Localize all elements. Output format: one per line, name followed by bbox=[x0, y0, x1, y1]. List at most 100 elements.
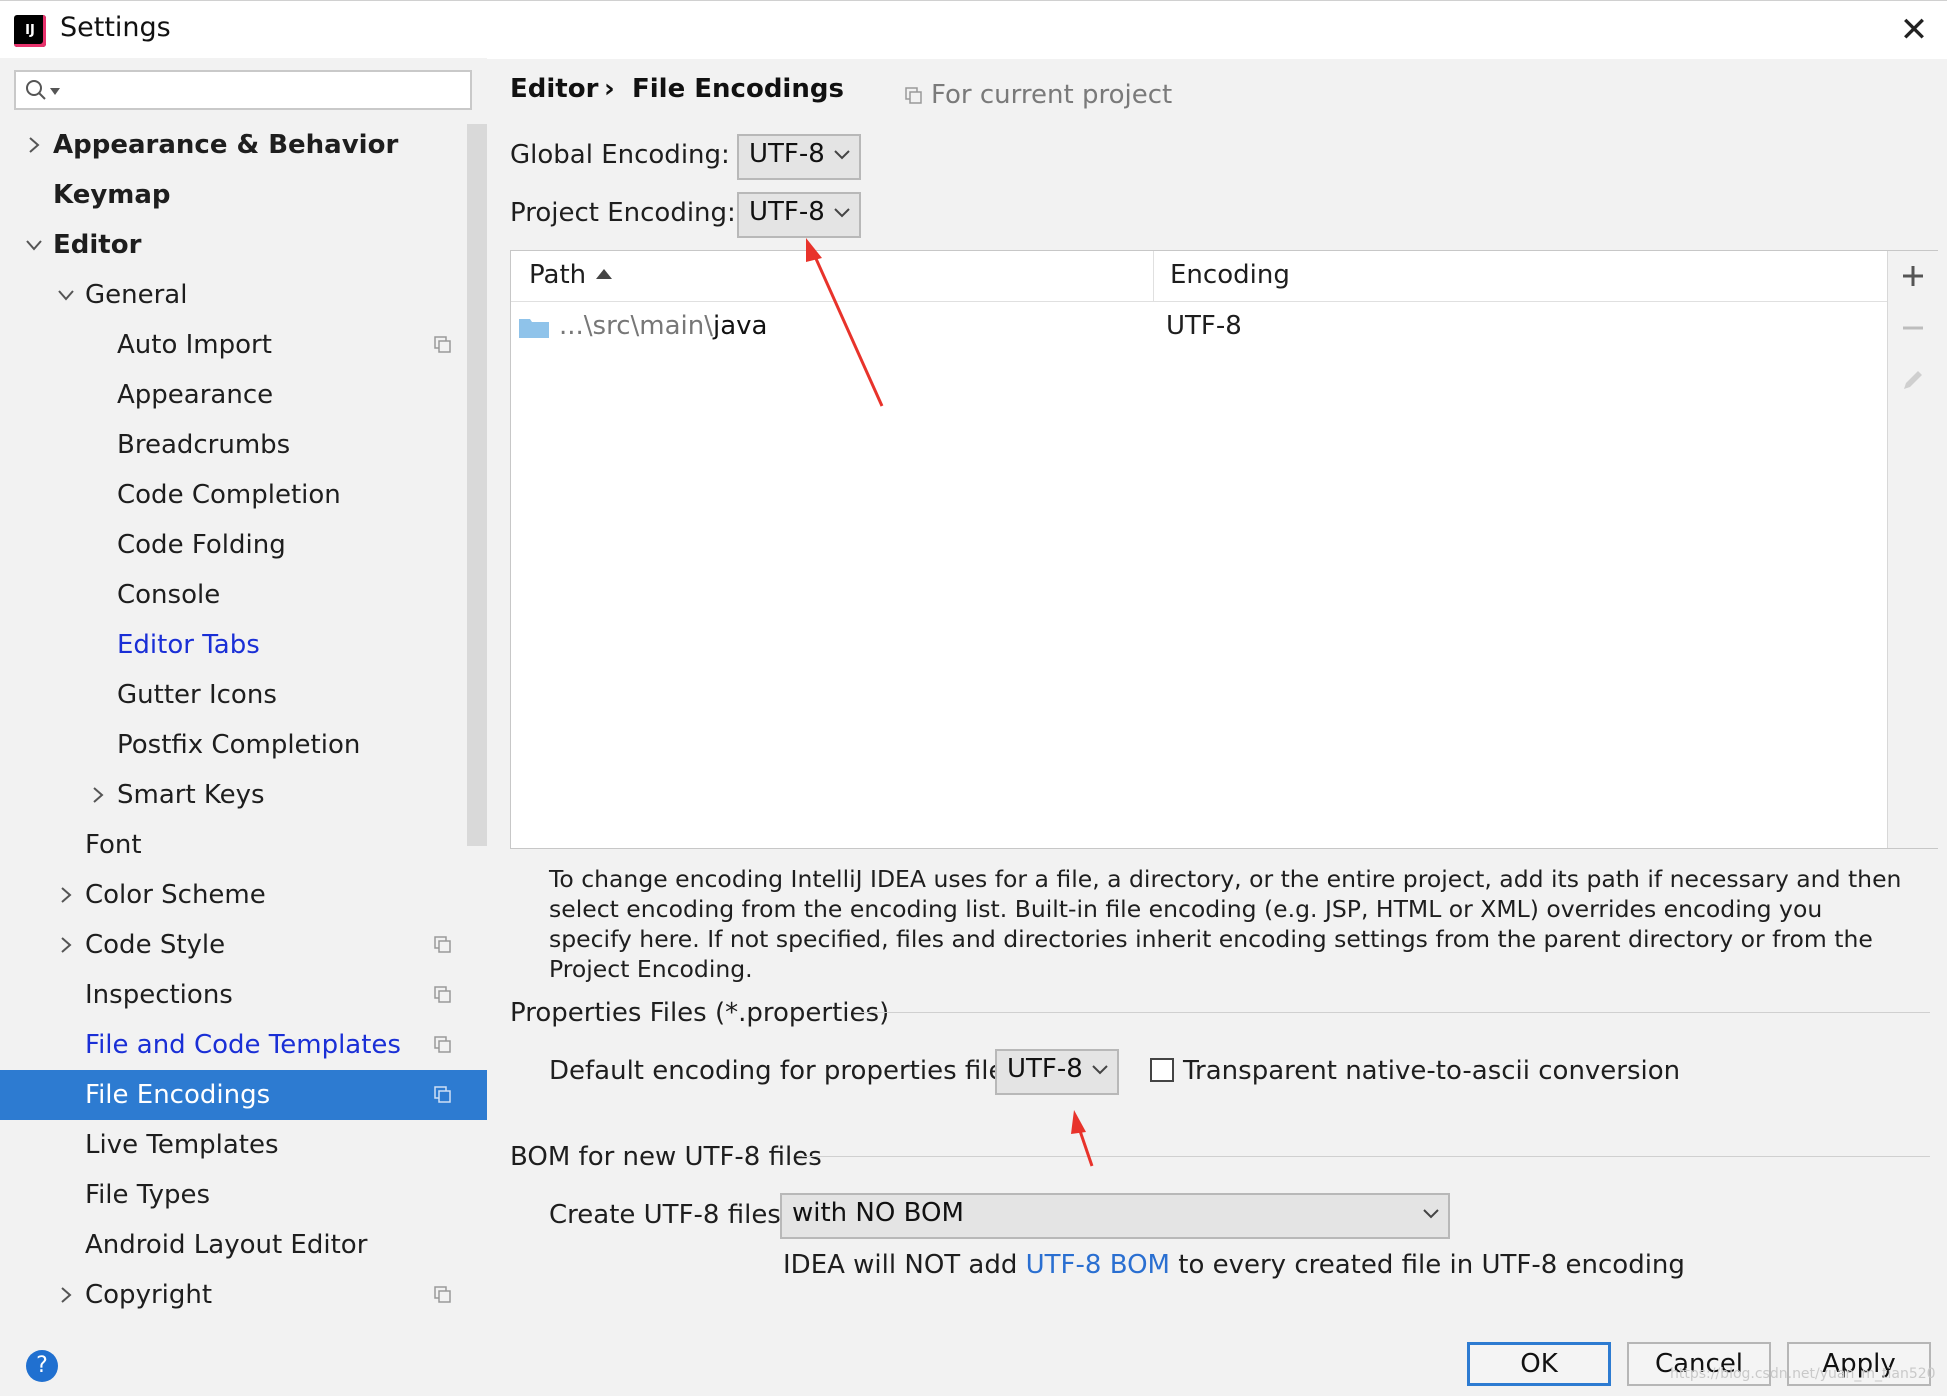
sidebar-item-label: Appearance & Behavior bbox=[53, 130, 399, 160]
sidebar-item-android-layout-editor[interactable]: Android Layout Editor bbox=[0, 1220, 468, 1270]
project-scope-icon bbox=[434, 336, 451, 353]
bom-note-before: IDEA will NOT add bbox=[783, 1250, 1026, 1280]
sidebar-item-label: Appearance bbox=[117, 380, 274, 410]
path-encoding-table: Path Encoding ...\src\main\java UTF-8 bbox=[510, 250, 1938, 849]
sidebar-item-label: Code Style bbox=[85, 930, 226, 960]
project-encoding-select[interactable]: UTF-8 bbox=[737, 192, 861, 238]
project-scope-icon bbox=[434, 1086, 451, 1103]
settings-sidebar: Appearance & Behavior Keymap Editor Gene… bbox=[0, 58, 487, 1324]
project-scope-icon bbox=[434, 1286, 451, 1303]
project-scope-icon bbox=[905, 87, 922, 104]
sidebar-item-label: Keymap bbox=[53, 180, 171, 210]
folder-icon bbox=[519, 319, 549, 338]
project-scope-icon bbox=[434, 1036, 451, 1053]
sidebar-item-label: Smart Keys bbox=[117, 780, 265, 810]
annotation-arrow-properties bbox=[1071, 1110, 1094, 1167]
transparent-conversion-checkbox[interactable] bbox=[1150, 1058, 1174, 1082]
sidebar-item-code-folding[interactable]: Code Folding bbox=[0, 520, 468, 570]
sidebar-item-postfix-completion[interactable]: Postfix Completion bbox=[0, 720, 468, 770]
chevron-down-icon bbox=[834, 150, 850, 160]
project-scope-label: For current project bbox=[931, 80, 1173, 110]
chevron-down-icon bbox=[834, 208, 850, 218]
properties-group-title: Properties Files (*.properties) bbox=[510, 998, 890, 1028]
sidebar-item-inspections[interactable]: Inspections bbox=[0, 970, 468, 1020]
breadcrumb-parent[interactable]: Editor bbox=[510, 74, 598, 104]
row-path-leaf: java bbox=[713, 311, 768, 341]
ok-button[interactable]: OK bbox=[1467, 1342, 1611, 1386]
sidebar-item-gutter-icons[interactable]: Gutter Icons bbox=[0, 670, 468, 720]
breadcrumb-separator: › bbox=[604, 74, 615, 104]
bom-group-title: BOM for new UTF-8 files bbox=[510, 1142, 822, 1172]
sidebar-item-label: Auto Import bbox=[117, 330, 272, 360]
sidebar-item-live-templates[interactable]: Live Templates bbox=[0, 1120, 468, 1170]
sidebar-item-file-and-code-templates[interactable]: File and Code Templates bbox=[0, 1020, 468, 1070]
row-encoding-cell: UTF-8 bbox=[1166, 311, 1242, 341]
sidebar-item-label: Copyright bbox=[85, 1280, 213, 1310]
group-divider bbox=[802, 1156, 1930, 1157]
project-encoding-label: Project Encoding: bbox=[510, 198, 736, 228]
row-path-cell: ...\src\main\java bbox=[559, 311, 767, 341]
sidebar-item-code-completion[interactable]: Code Completion bbox=[0, 470, 468, 520]
table-header: Path Encoding bbox=[511, 251, 1887, 302]
table-row[interactable]: ...\src\main\java UTF-8 bbox=[511, 302, 1887, 352]
remove-icon[interactable] bbox=[1898, 313, 1928, 343]
sidebar-item-label: Gutter Icons bbox=[117, 680, 277, 710]
utf8-bom-link[interactable]: UTF-8 BOM bbox=[1026, 1250, 1170, 1280]
sidebar-item-label: Editor bbox=[53, 230, 142, 260]
sidebar-item-label: Code Folding bbox=[117, 530, 286, 560]
settings-search[interactable] bbox=[14, 70, 472, 110]
properties-encoding-value: UTF-8 bbox=[1007, 1054, 1083, 1084]
search-input[interactable] bbox=[66, 74, 466, 106]
sidebar-scrollbar[interactable] bbox=[467, 124, 487, 846]
watermark: https://blog.csdn.net/yuan_m_tian520 bbox=[1670, 1366, 1936, 1382]
chevron-down-icon bbox=[58, 290, 74, 301]
sidebar-item-label: Editor Tabs bbox=[117, 630, 260, 660]
sidebar-item-file-types[interactable]: File Types bbox=[0, 1170, 468, 1220]
chevron-down-icon bbox=[1423, 1209, 1439, 1219]
sidebar-item-label: Inspections bbox=[85, 980, 233, 1010]
chevron-down-icon bbox=[1092, 1065, 1108, 1075]
sidebar-item-label: Font bbox=[85, 830, 142, 860]
sidebar-item-label: File Encodings bbox=[85, 1080, 271, 1110]
sidebar-item-editor[interactable]: Editor bbox=[0, 220, 468, 270]
global-encoding-select[interactable]: UTF-8 bbox=[737, 134, 861, 180]
sidebar-item-label: Console bbox=[117, 580, 221, 610]
sidebar-item-label: Android Layout Editor bbox=[85, 1230, 368, 1260]
sidebar-item-general[interactable]: General bbox=[0, 270, 468, 320]
sidebar-item-font[interactable]: Font bbox=[0, 820, 468, 870]
window-title: Settings bbox=[60, 12, 171, 43]
sidebar-item-keymap[interactable]: Keymap bbox=[0, 170, 468, 220]
sidebar-item-editor-tabs[interactable]: Editor Tabs bbox=[0, 620, 468, 670]
column-divider[interactable] bbox=[1153, 251, 1154, 301]
bom-note: IDEA will NOT add UTF-8 BOM to every cre… bbox=[783, 1250, 1685, 1280]
sidebar-item-breadcrumbs[interactable]: Breadcrumbs bbox=[0, 420, 468, 470]
sidebar-item-copyright[interactable]: Copyright bbox=[0, 1270, 468, 1320]
sidebar-item-smart-keys[interactable]: Smart Keys bbox=[0, 770, 468, 820]
project-encoding-value: UTF-8 bbox=[749, 197, 825, 227]
create-utf8-select[interactable]: with NO BOM bbox=[780, 1193, 1450, 1239]
table-toolbar bbox=[1887, 251, 1938, 848]
column-header-encoding[interactable]: Encoding bbox=[1170, 260, 1290, 290]
sidebar-item-appearance[interactable]: Appearance bbox=[0, 370, 468, 420]
sidebar-item-appearance-behavior[interactable]: Appearance & Behavior bbox=[0, 120, 468, 170]
close-button[interactable]: ✕ bbox=[1894, 11, 1934, 51]
chevron-right-icon bbox=[61, 937, 72, 953]
bom-note-after: to every created file in UTF-8 encoding bbox=[1169, 1250, 1685, 1280]
column-header-path[interactable]: Path bbox=[529, 260, 586, 290]
sidebar-item-code-style[interactable]: Code Style bbox=[0, 920, 468, 970]
sidebar-item-label: Code Completion bbox=[117, 480, 341, 510]
add-icon[interactable] bbox=[1898, 261, 1928, 291]
sidebar-item-auto-import[interactable]: Auto Import bbox=[0, 320, 468, 370]
chevron-down-icon bbox=[26, 240, 42, 251]
sidebar-item-color-scheme[interactable]: Color Scheme bbox=[0, 870, 468, 920]
properties-encoding-select[interactable]: UTF-8 bbox=[995, 1049, 1119, 1095]
sidebar-item-file-encodings[interactable]: File Encodings bbox=[0, 1070, 487, 1120]
sidebar-item-label: Color Scheme bbox=[85, 880, 266, 910]
project-scope-icon bbox=[434, 986, 451, 1003]
page-title: File Encodings bbox=[632, 74, 844, 104]
edit-icon[interactable] bbox=[1898, 365, 1928, 395]
transparent-conversion-label[interactable]: Transparent native-to-ascii conversion bbox=[1183, 1056, 1680, 1086]
sidebar-item-console[interactable]: Console bbox=[0, 570, 468, 620]
help-button[interactable]: ? bbox=[26, 1350, 58, 1382]
chevron-right-icon bbox=[93, 787, 104, 803]
